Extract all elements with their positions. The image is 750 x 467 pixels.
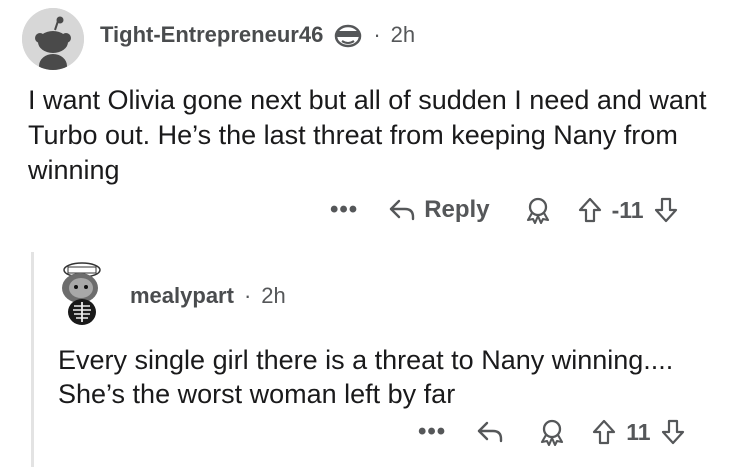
username[interactable]: Tight-Entrepreneur46 xyxy=(100,22,323,48)
reply-actions: ••• 11 xyxy=(418,418,685,446)
vote-controls: 11 xyxy=(592,418,684,446)
reply-header: mealypart · 2h xyxy=(130,283,286,309)
comment-thread: Tight-Entrepreneur46 · 2h I want Olivia … xyxy=(0,0,750,467)
vote-score: -11 xyxy=(611,196,644,223)
reply-arrow-icon xyxy=(476,420,504,444)
default-snoo-avatar-icon xyxy=(22,8,84,70)
meta-separator: · xyxy=(243,283,252,308)
vote-score: 11 xyxy=(626,418,651,445)
comment-body: I want Olivia gone next but all of sudde… xyxy=(28,85,707,185)
thread-line[interactable] xyxy=(31,252,34,467)
snoo-avatar-icon xyxy=(62,262,101,325)
timestamp: 2h xyxy=(390,22,416,47)
reply-button[interactable] xyxy=(476,420,504,444)
downvote-arrow-icon[interactable] xyxy=(654,196,678,224)
upvote-arrow-icon[interactable] xyxy=(578,196,602,224)
comment-header: Tight-Entrepreneur46 · 2h xyxy=(100,22,415,48)
upvote-arrow-icon[interactable] xyxy=(592,418,616,446)
reply-arrow-icon xyxy=(388,198,416,222)
reply-button[interactable]: Reply xyxy=(388,196,490,224)
award-icon[interactable] xyxy=(538,418,566,446)
reply-label: Reply xyxy=(424,196,490,223)
reply-body: Every single girl there is a threat to N… xyxy=(58,345,674,409)
avatar[interactable] xyxy=(54,258,110,326)
vote-controls: -11 xyxy=(578,196,678,224)
more-options-button[interactable]: ••• xyxy=(330,196,358,224)
downvote-arrow-icon[interactable] xyxy=(661,418,685,446)
meta-separator: · xyxy=(373,22,381,47)
avatar[interactable] xyxy=(22,8,84,70)
username[interactable]: mealypart xyxy=(130,283,234,309)
more-options-button[interactable]: ••• xyxy=(418,418,446,446)
award-icon[interactable] xyxy=(524,196,552,224)
timestamp: 2h xyxy=(261,283,286,308)
comment-actions: ••• Reply -11 xyxy=(330,196,678,224)
snoo-sunglasses-flair-icon xyxy=(333,22,363,48)
